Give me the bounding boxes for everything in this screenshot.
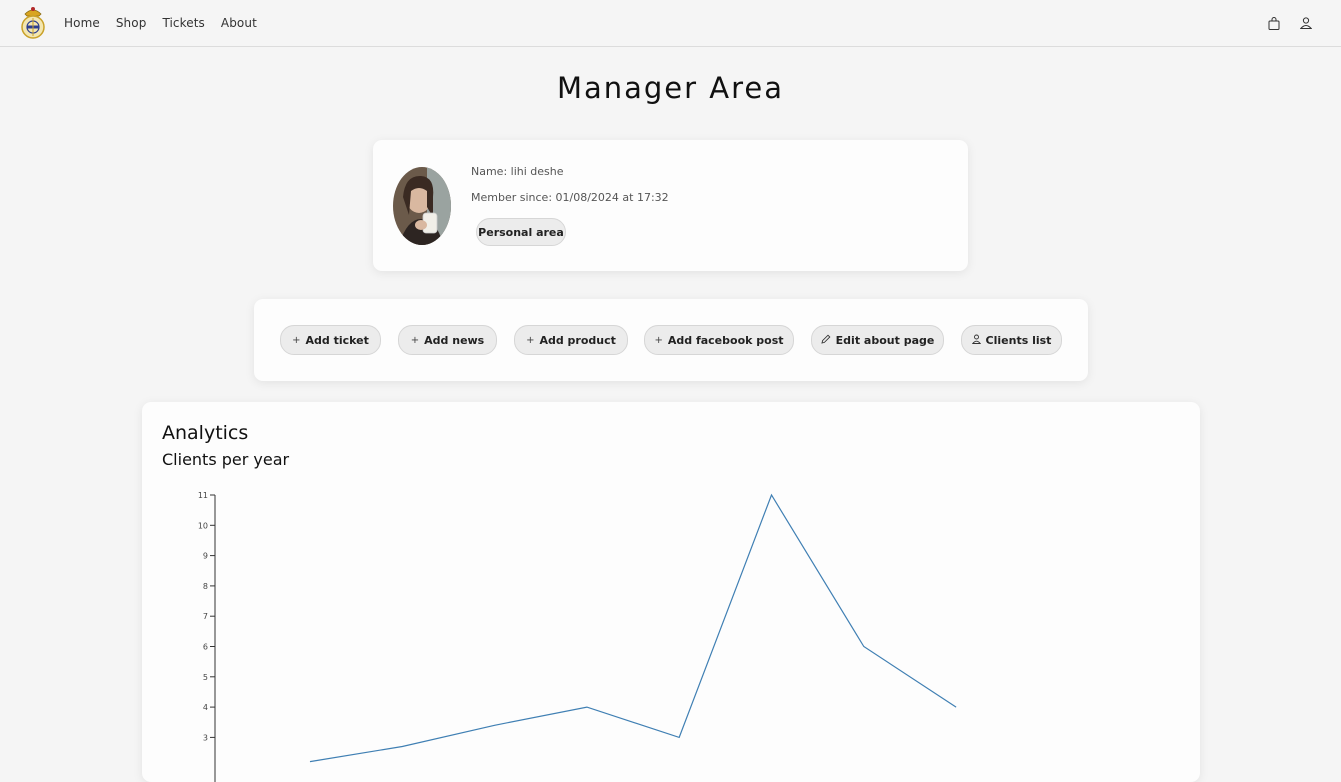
nav-link-tickets[interactable]: Tickets (162, 16, 204, 30)
y-tick-label: 5 (203, 673, 208, 682)
nav-link-shop[interactable]: Shop (116, 16, 147, 30)
bag-icon[interactable] (1267, 16, 1281, 30)
clients-per-year-chart: 3 4 5 6 7 8 9 10 11 (142, 402, 1200, 782)
y-tick-label: 3 (203, 733, 208, 742)
top-navbar: Home Shop Tickets About (0, 0, 1341, 47)
add-ticket-button[interactable]: + Add ticket (280, 325, 381, 355)
clients-series-line (310, 495, 956, 762)
edit-about-page-button[interactable]: Edit about page (811, 325, 944, 355)
y-tick-label: 9 (203, 552, 208, 561)
nav-link-home[interactable]: Home (64, 16, 100, 30)
avatar (393, 167, 451, 245)
club-crest-logo[interactable] (20, 5, 46, 39)
analytics-card: Analytics Clients per year 34567891011 (142, 402, 1200, 782)
personal-area-button[interactable]: Personal area (476, 218, 566, 246)
add-news-label: Add news (424, 334, 484, 347)
add-news-button[interactable]: + Add news (398, 325, 497, 355)
y-tick-label: 4 (203, 703, 208, 712)
pencil-icon (821, 334, 831, 347)
add-facebook-post-label: Add facebook post (668, 334, 784, 347)
profile-card: Name: lihi deshe Member since: 01/08/202… (373, 140, 968, 271)
user-icon[interactable] (1299, 16, 1313, 30)
clients-list-label: Clients list (986, 334, 1052, 347)
y-tick-label: 10 (198, 521, 208, 530)
add-product-label: Add product (539, 334, 615, 347)
plus-icon: + (411, 335, 419, 346)
plus-icon: + (292, 335, 300, 346)
y-tick-label: 6 (203, 643, 208, 652)
actions-card: + Add ticket + Add news + Add product + … (254, 299, 1088, 381)
plus-icon: + (526, 335, 534, 346)
y-tick-label: 8 (203, 582, 208, 591)
plus-icon: + (654, 335, 662, 346)
add-ticket-label: Add ticket (306, 334, 369, 347)
clients-list-button[interactable]: Clients list (961, 325, 1062, 355)
member-since: Member since: 01/08/2024 at 17:32 (471, 191, 669, 204)
add-product-button[interactable]: + Add product (514, 325, 628, 355)
page-title: Manager Area (0, 71, 1341, 105)
edit-about-page-label: Edit about page (836, 334, 935, 347)
y-tick-label: 7 (203, 612, 208, 621)
user-icon (972, 334, 981, 347)
add-facebook-post-button[interactable]: + Add facebook post (644, 325, 794, 355)
profile-name: Name: lihi deshe (471, 165, 564, 178)
y-tick-label: 11 (198, 491, 208, 500)
nav-link-about[interactable]: About (221, 16, 257, 30)
